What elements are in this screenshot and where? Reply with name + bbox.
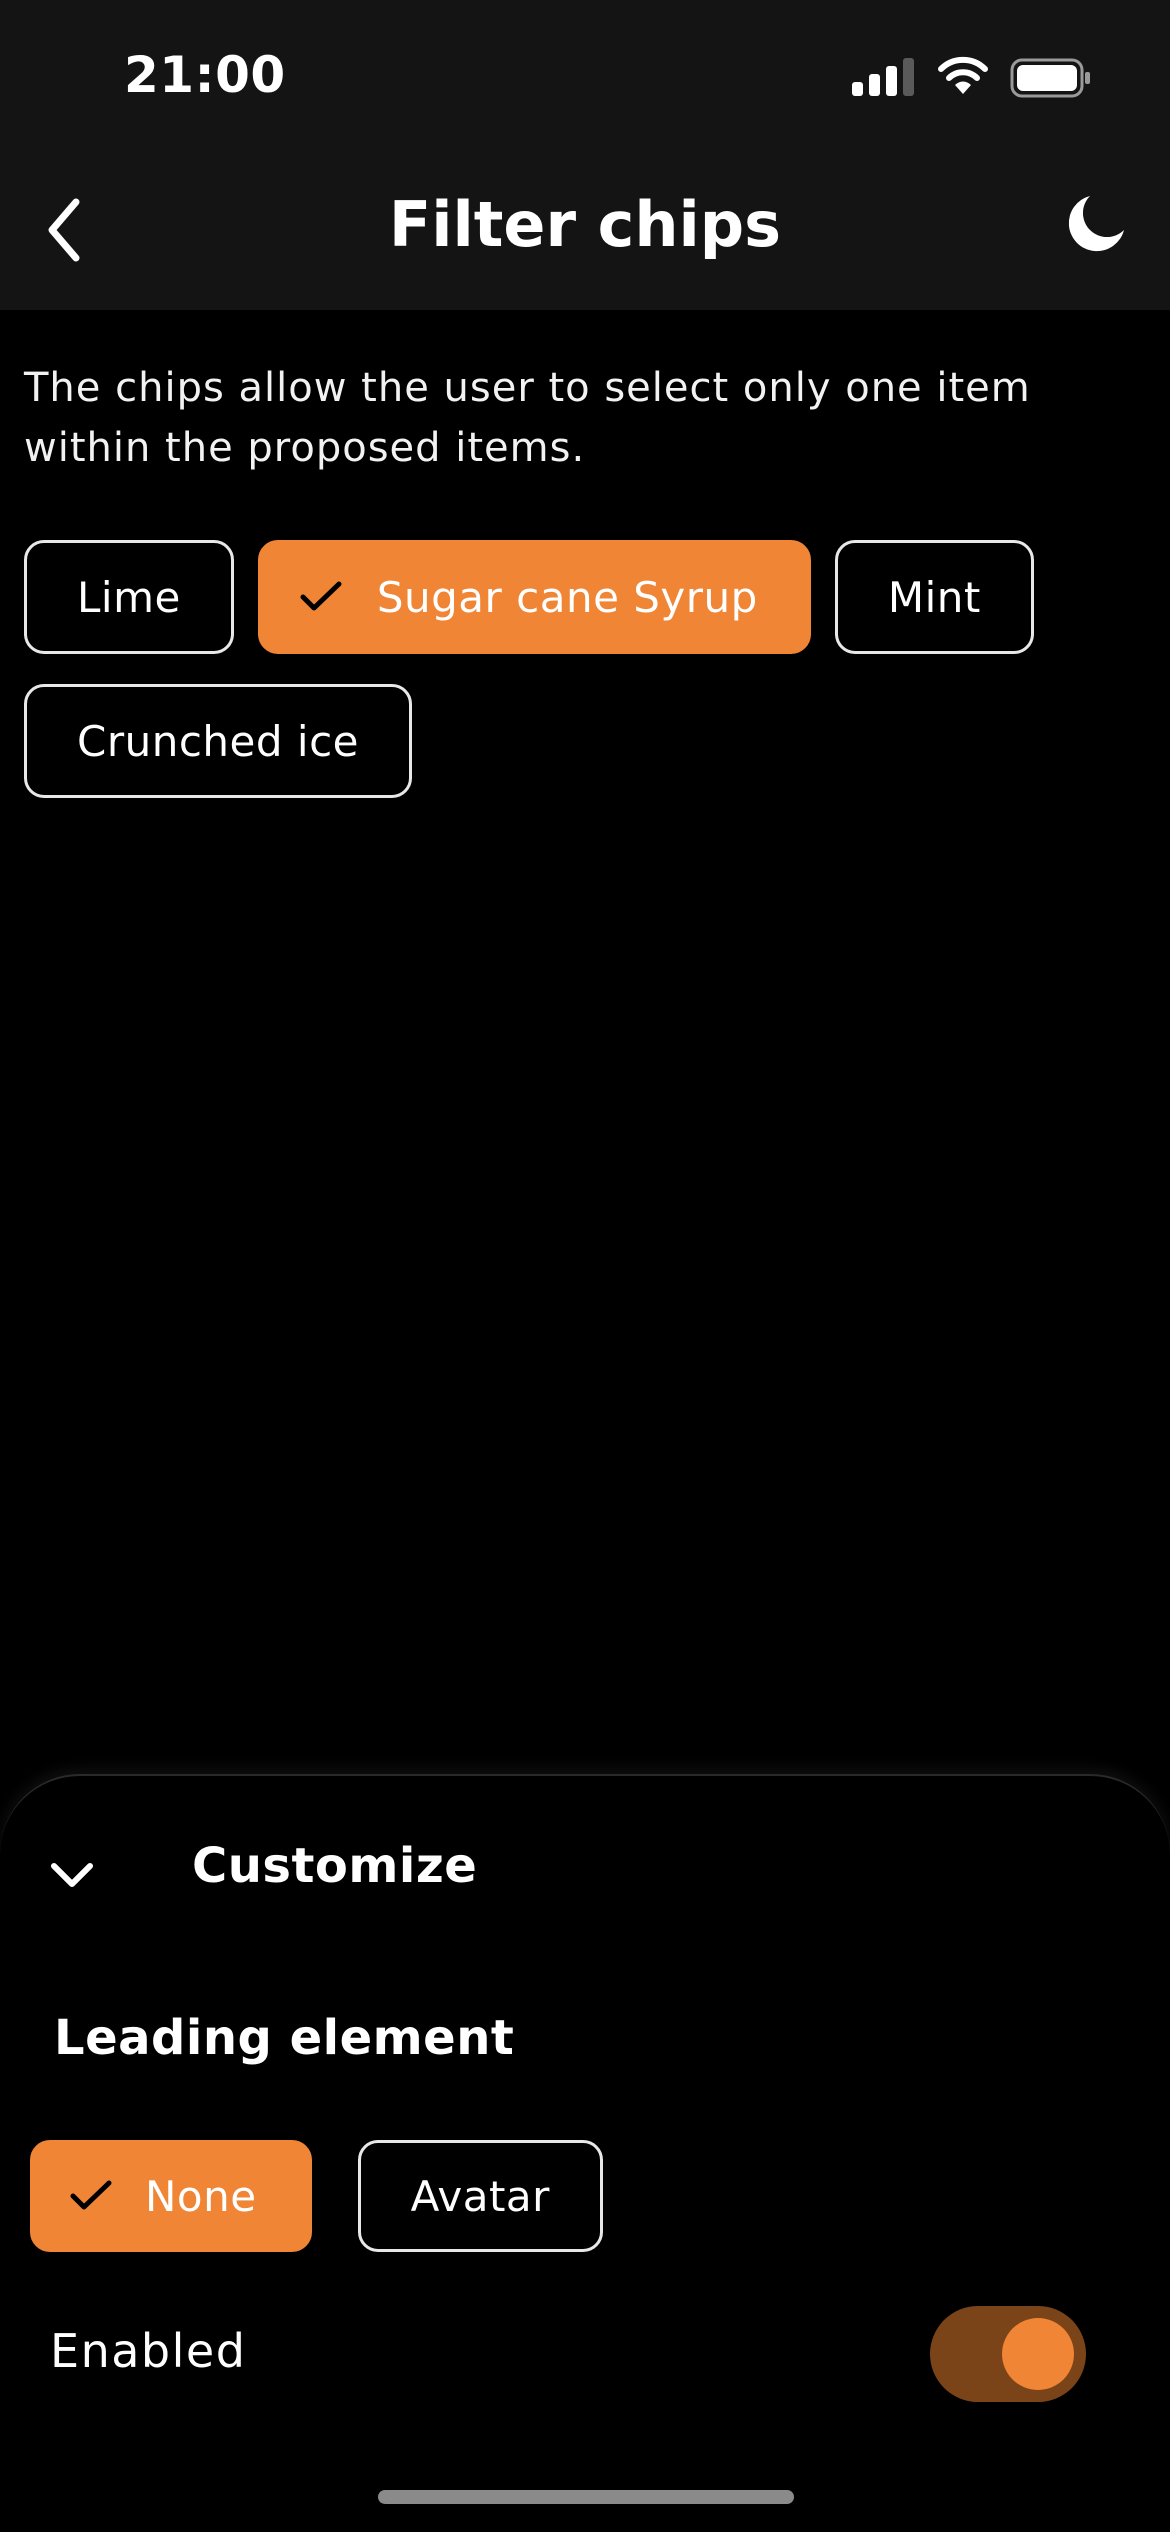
customize-sheet: Customize Leading element None Avatar En…	[0, 1774, 1170, 2532]
signal-icon	[852, 58, 914, 96]
battery-icon	[1010, 58, 1090, 98]
chip-crunched-ice[interactable]: Crunched ice	[24, 684, 412, 798]
chip-mint[interactable]: Mint	[834, 540, 1034, 654]
toggle-thumb	[1002, 2318, 1074, 2390]
sheet-title: Customize	[192, 1838, 478, 1894]
chip-group: Lime Sugar cane Syrup Mint	[24, 540, 1034, 654]
page-title: Filter chips	[388, 188, 782, 261]
chip-label: Mint	[887, 572, 981, 622]
description-text: The chips allow the user to select only …	[24, 365, 1031, 471]
status-bar: 21:00	[0, 0, 1170, 150]
enabled-label: Enabled	[50, 2324, 247, 2378]
moon-icon[interactable]	[1066, 192, 1128, 254]
enabled-toggle[interactable]	[930, 2306, 1086, 2402]
chevron-down-icon[interactable]	[48, 1860, 96, 1892]
check-icon	[300, 581, 342, 611]
chip-label: Sugar cane Syrup	[376, 572, 758, 622]
leading-element-title: Leading element	[54, 2010, 515, 2066]
chip-sugar-cane-syrup[interactable]: Sugar cane Syrup	[257, 540, 811, 654]
option-none[interactable]: None	[30, 2140, 312, 2252]
chip-group-row-2: Crunched ice	[24, 684, 412, 798]
option-label: Avatar	[410, 2171, 550, 2221]
screen: 21:00 Filter chips The chips allow the u…	[0, 0, 1170, 2532]
status-time: 21:00	[124, 46, 286, 104]
leading-element-options: None Avatar	[30, 2140, 603, 2252]
check-icon	[70, 2180, 112, 2210]
option-label: None	[145, 2171, 257, 2221]
chip-label: Crunched ice	[77, 716, 359, 766]
home-indicator[interactable]	[378, 2490, 794, 2504]
chip-lime[interactable]: Lime	[24, 540, 234, 654]
option-avatar[interactable]: Avatar	[357, 2140, 603, 2252]
chip-label: Lime	[77, 572, 181, 622]
wifi-icon	[938, 56, 988, 94]
app-bar: Filter chips	[0, 150, 1170, 310]
